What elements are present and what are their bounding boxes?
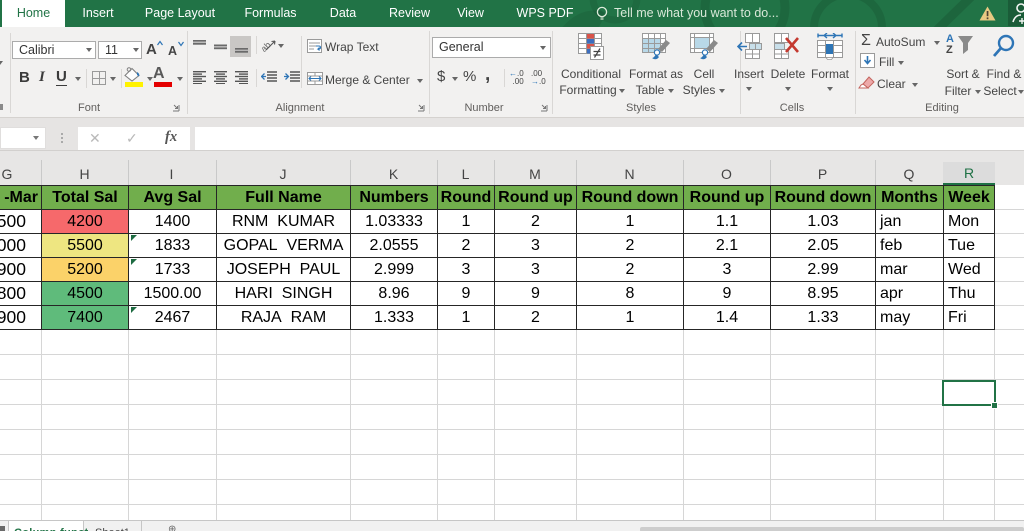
svg-text:ab: ab: [262, 40, 273, 53]
